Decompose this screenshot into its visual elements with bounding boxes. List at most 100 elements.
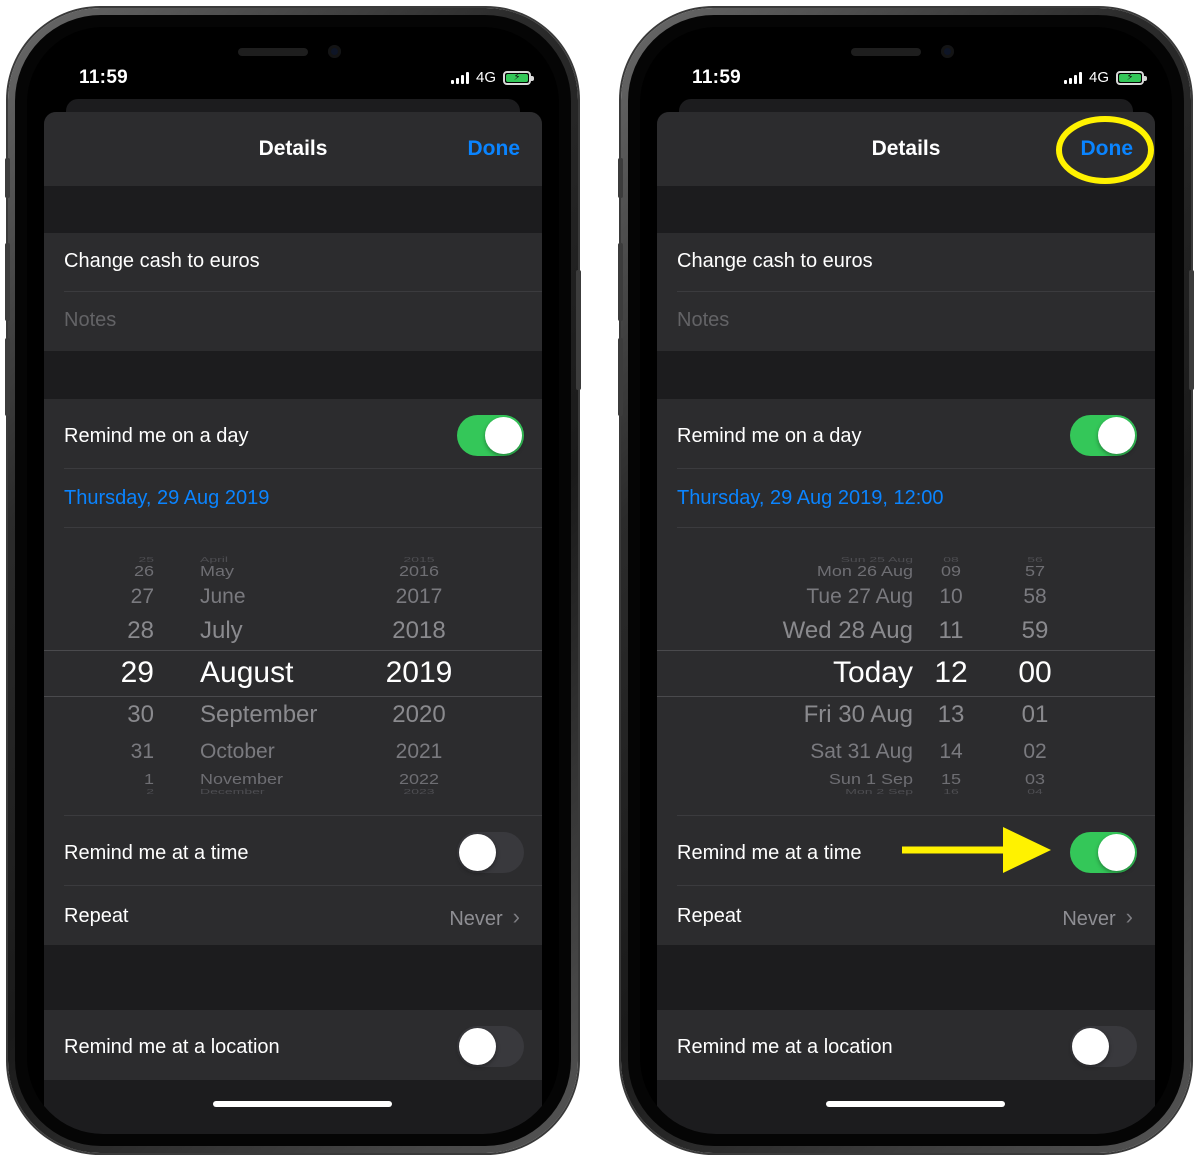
picker-item: November <box>200 771 284 787</box>
side-button <box>576 270 581 390</box>
phone-left: 11:59 4G ⚡ Details Done Change cash to e… <box>5 8 581 1153</box>
picker-item: 2015 <box>403 554 435 564</box>
picker-column-date[interactable]: Sun 25 Aug Mon 26 Aug Tue 27 Aug Wed 28 … <box>717 528 913 816</box>
mute-switch <box>5 158 10 198</box>
picker-item: 31 <box>130 740 154 763</box>
remind-location-row: Remind me at a location <box>657 1010 1155 1080</box>
picker-item: Fri 30 Aug <box>803 701 913 728</box>
nav-bar: Details Done <box>44 112 542 186</box>
screen: 11:59 4G ⚡ Details Done Change cash to e… <box>27 27 559 1134</box>
done-button[interactable]: Done <box>468 137 521 161</box>
reminder-date: Thursday, 29 Aug 2019 <box>64 487 270 509</box>
remind-day-label: Remind me on a day <box>677 425 862 447</box>
picker-item: Mon 26 Aug <box>816 563 913 579</box>
picker-column-hour[interactable]: 08 09 10 11 12 13 14 15 16 <box>923 528 979 816</box>
reminder-date-row[interactable]: Thursday, 29 Aug 2019 <box>44 469 542 528</box>
notes-field[interactable]: Notes <box>44 292 542 351</box>
remind-location-toggle[interactable] <box>1070 1026 1137 1067</box>
volume-down-button <box>618 338 623 416</box>
task-title: Change cash to euros <box>64 250 260 272</box>
volume-down-button <box>5 338 10 416</box>
date-picker[interactable]: 25 26 27 28 29 30 31 1 2 April May June <box>44 528 542 816</box>
repeat-label: Repeat <box>677 905 742 927</box>
side-button <box>1189 270 1194 390</box>
remind-time-toggle[interactable] <box>457 832 524 873</box>
picker-item: 04 <box>1027 786 1043 796</box>
volume-up-button <box>618 243 623 321</box>
picker-item: 25 <box>138 554 154 564</box>
picker-item-selected: August <box>200 656 294 689</box>
picker-item: 02 <box>1023 740 1047 763</box>
battery-charging-icon: ⚡ <box>503 70 534 85</box>
picker-item: 2017 <box>395 585 443 608</box>
picker-item: Tue 27 Aug <box>806 585 913 608</box>
picker-item-selected: 12 <box>934 656 968 689</box>
picker-item-selected: 29 <box>120 656 154 689</box>
details-sheet: Details Done Change cash to euros Notes … <box>657 112 1155 1134</box>
reminder-date-row[interactable]: Thursday, 29 Aug 2019, 12:00 <box>657 469 1155 528</box>
remind-location-row: Remind me at a location <box>44 1010 542 1080</box>
cellular-signal-icon <box>1063 71 1082 84</box>
network-type: 4G <box>1088 69 1109 86</box>
picker-item-selected: 00 <box>1018 656 1052 689</box>
picker-item-selected: 2019 <box>385 656 453 689</box>
home-indicator[interactable] <box>213 1101 392 1107</box>
remind-day-toggle[interactable] <box>457 415 524 456</box>
repeat-value: Never <box>1062 908 1116 930</box>
picker-item: July <box>200 617 243 644</box>
picker-item: Mon 2 Sep <box>845 786 913 796</box>
picker-item: 2021 <box>395 740 443 763</box>
picker-column-year[interactable]: 2015 2016 2017 2018 2019 2020 2021 2022 … <box>369 528 469 816</box>
picker-column-minute[interactable]: 56 57 58 59 00 01 02 03 04 <box>1005 528 1065 816</box>
remind-time-toggle[interactable] <box>1070 832 1137 873</box>
picker-item: 09 <box>940 563 962 579</box>
location-group: Remind me at a location <box>44 1010 542 1080</box>
date-time-picker[interactable]: Sun 25 Aug Mon 26 Aug Tue 27 Aug Wed 28 … <box>657 528 1155 816</box>
task-group: Change cash to euros Notes <box>657 233 1155 351</box>
picker-item: 2018 <box>392 617 446 644</box>
picker-item: Sat 31 Aug <box>810 740 913 763</box>
notes-placeholder: Notes <box>677 309 730 331</box>
picker-item: June <box>200 585 246 608</box>
picker-item-selected: Today <box>832 656 913 689</box>
remind-day-row: Remind me on a day <box>657 399 1155 469</box>
remind-day-label: Remind me on a day <box>64 425 249 447</box>
picker-column-day[interactable]: 25 26 27 28 29 30 31 1 2 <box>44 528 154 816</box>
home-indicator[interactable] <box>826 1101 1005 1107</box>
picker-item: 56 <box>1027 554 1043 564</box>
repeat-row[interactable]: Repeat Never › <box>44 886 542 945</box>
picker-column-month[interactable]: April May June July August September Oct… <box>200 528 390 816</box>
status-time: 11:59 <box>79 67 129 88</box>
picker-item: 58 <box>1023 585 1047 608</box>
picker-item: Sun 25 Aug <box>840 554 913 564</box>
picker-item: 03 <box>1024 771 1046 787</box>
remind-location-toggle[interactable] <box>457 1026 524 1067</box>
picker-item: 2020 <box>392 701 446 728</box>
picker-item: October <box>200 740 275 763</box>
picker-item: Wed 28 Aug <box>782 617 913 644</box>
remind-time-label: Remind me at a time <box>64 842 249 864</box>
picker-item: 2022 <box>398 771 440 787</box>
picker-item: Sun 1 Sep <box>828 771 913 787</box>
speaker <box>238 48 308 56</box>
task-title-field[interactable]: Change cash to euros <box>657 233 1155 292</box>
highlight-circle-annotation <box>1056 116 1154 184</box>
front-camera <box>941 45 954 58</box>
task-title-field[interactable]: Change cash to euros <box>44 233 542 292</box>
picker-item: 27 <box>130 585 154 608</box>
picker-item: September <box>200 701 318 728</box>
cellular-signal-icon <box>450 71 469 84</box>
details-sheet: Details Done Change cash to euros Notes … <box>44 112 542 1134</box>
schedule-group: Remind me on a day Thursday, 29 Aug 2019… <box>44 399 542 945</box>
battery-charging-icon: ⚡ <box>1116 70 1147 85</box>
repeat-row[interactable]: Repeat Never › <box>657 886 1155 945</box>
notes-field[interactable]: Notes <box>657 292 1155 351</box>
remind-day-toggle[interactable] <box>1070 415 1137 456</box>
reminder-date: Thursday, 29 Aug 2019, 12:00 <box>677 487 944 509</box>
notes-placeholder: Notes <box>64 309 117 331</box>
picker-item: May <box>200 563 235 579</box>
status-time: 11:59 <box>692 67 742 88</box>
repeat-label: Repeat <box>64 905 129 927</box>
picker-item: 2 <box>146 786 154 796</box>
front-camera <box>328 45 341 58</box>
